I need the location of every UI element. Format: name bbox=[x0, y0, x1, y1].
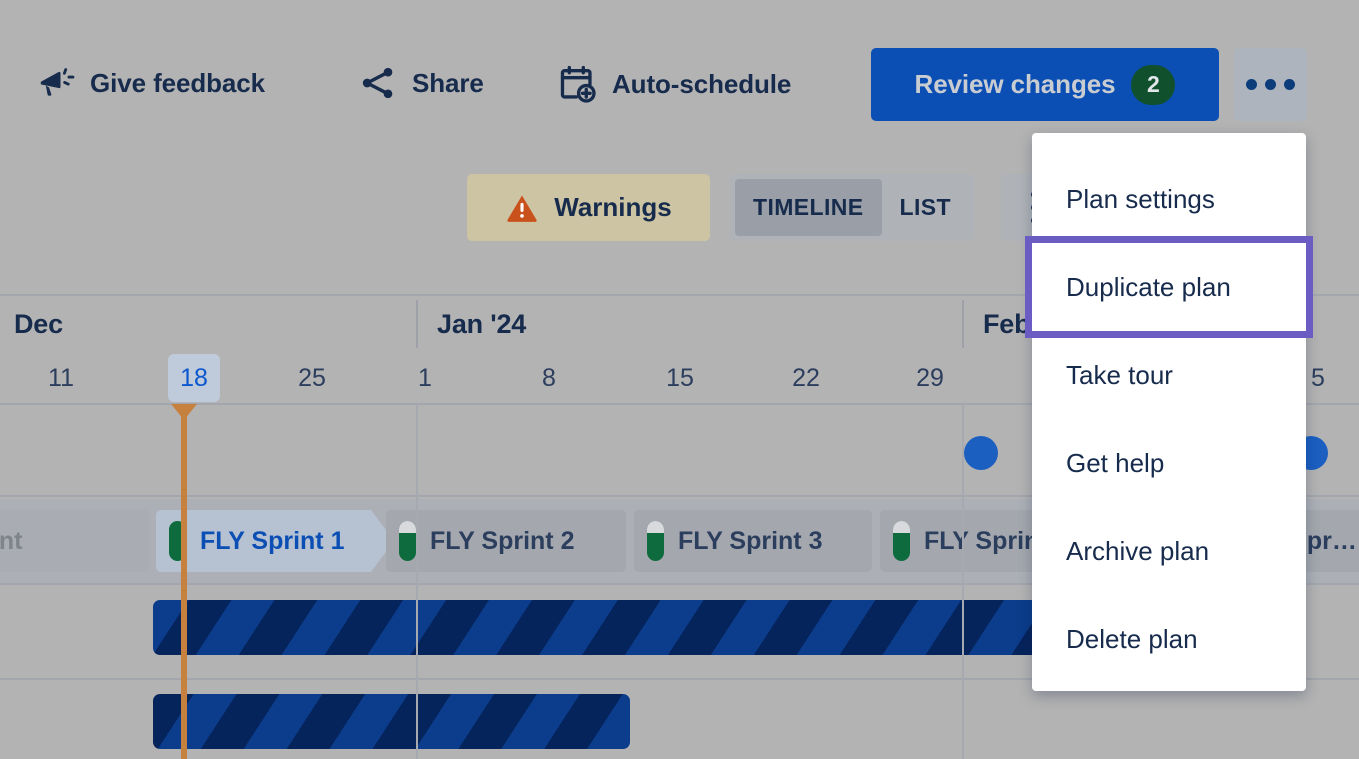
menu-item-label: Take tour bbox=[1066, 360, 1173, 391]
more-horizontal-icon-dot bbox=[1246, 79, 1257, 90]
warnings-button[interactable]: Warnings bbox=[467, 174, 710, 241]
day-tick: 15 bbox=[656, 354, 704, 402]
sprint-chip[interactable]: FLY Sprint 3 bbox=[634, 510, 872, 572]
sprint-progress-pill bbox=[647, 521, 664, 561]
view-mode-timeline-label: TIMELINE bbox=[753, 194, 864, 221]
give-feedback-button[interactable]: Give feedback bbox=[36, 63, 265, 103]
more-horizontal-icon-dot bbox=[1284, 79, 1295, 90]
menu-item-label: Archive plan bbox=[1066, 536, 1209, 567]
view-mode-timeline[interactable]: TIMELINE bbox=[735, 179, 882, 236]
sprint-label: sprint bbox=[0, 527, 22, 556]
gantt-bar[interactable] bbox=[153, 600, 1183, 655]
share-icon bbox=[358, 63, 398, 103]
gantt-bar-row bbox=[0, 680, 1359, 759]
month-label: Dec bbox=[14, 309, 63, 340]
day-tick-today: 18 bbox=[168, 354, 220, 402]
menu-item-get-help[interactable]: Get help bbox=[1032, 419, 1306, 507]
jira-plan-timeline-screen: Give feedback Share bbox=[0, 0, 1359, 759]
calendar-add-icon bbox=[556, 63, 598, 105]
menu-item-label: Delete plan bbox=[1066, 624, 1198, 655]
sprint-chip-past[interactable]: sprint bbox=[0, 510, 150, 572]
auto-schedule-label: Auto-schedule bbox=[612, 69, 791, 100]
month-divider bbox=[416, 300, 418, 348]
gantt-bar[interactable] bbox=[153, 694, 630, 749]
menu-item-delete-plan[interactable]: Delete plan bbox=[1032, 595, 1306, 683]
view-mode-switcher: TIMELINE LIST bbox=[730, 174, 974, 241]
day-tick: 22 bbox=[782, 354, 830, 402]
give-feedback-label: Give feedback bbox=[90, 68, 265, 99]
day-tick: 1 bbox=[411, 354, 439, 402]
plan-actions-menu: Plan settings Duplicate plan Take tour G… bbox=[1032, 133, 1306, 691]
menu-item-label: Duplicate plan bbox=[1066, 272, 1231, 303]
auto-schedule-button[interactable]: Auto-schedule bbox=[556, 63, 791, 105]
megaphone-icon bbox=[36, 63, 76, 103]
day-tick: 25 bbox=[288, 354, 336, 402]
month-label: Jan '24 bbox=[437, 309, 526, 340]
sprint-progress-pill bbox=[169, 521, 186, 561]
sprint-chip[interactable]: FLY Sprint 2 bbox=[386, 510, 626, 572]
top-toolbar: Give feedback Share bbox=[0, 0, 1359, 150]
day-tick: 8 bbox=[531, 354, 567, 402]
sprint-progress-pill bbox=[399, 521, 416, 561]
menu-item-plan-settings[interactable]: Plan settings bbox=[1032, 155, 1306, 243]
menu-item-archive-plan[interactable]: Archive plan bbox=[1032, 507, 1306, 595]
sprint-chip-active[interactable]: FLY Sprint 1 bbox=[156, 510, 371, 572]
menu-item-take-tour[interactable]: Take tour bbox=[1032, 331, 1306, 419]
sprint-label: FLY Sprint 1 bbox=[200, 527, 344, 556]
month-label-cell: Dec bbox=[14, 296, 63, 352]
day-tick: 29 bbox=[906, 354, 954, 402]
sprint-progress-pill bbox=[893, 521, 910, 561]
month-label-cell: Jan '24 bbox=[437, 296, 526, 352]
month-label: Feb bbox=[983, 309, 1030, 340]
sprint-label: FLY Sprint 3 bbox=[678, 527, 822, 556]
warnings-label: Warnings bbox=[554, 192, 671, 223]
menu-item-duplicate-plan[interactable]: Duplicate plan bbox=[1032, 243, 1306, 331]
month-label-cell: Feb bbox=[983, 296, 1030, 352]
month-divider bbox=[962, 300, 964, 348]
view-mode-list-label: LIST bbox=[900, 194, 951, 221]
warning-triangle-icon bbox=[505, 191, 539, 225]
sprint-label: FLY Sprint bbox=[924, 527, 1048, 556]
plan-more-actions-button[interactable] bbox=[1234, 48, 1307, 121]
milestone-marker[interactable] bbox=[964, 436, 998, 470]
menu-item-label: Plan settings bbox=[1066, 184, 1215, 215]
sprint-label: FLY Sprint 2 bbox=[430, 527, 574, 556]
review-changes-count-badge: 2 bbox=[1131, 65, 1175, 105]
menu-item-label: Get help bbox=[1066, 448, 1164, 479]
share-button[interactable]: Share bbox=[358, 63, 484, 103]
review-changes-label: Review changes bbox=[915, 69, 1116, 100]
more-horizontal-icon-dot bbox=[1265, 79, 1276, 90]
day-tick: 11 bbox=[37, 354, 85, 402]
view-mode-list[interactable]: LIST bbox=[882, 179, 969, 236]
share-label: Share bbox=[412, 68, 484, 99]
review-changes-button[interactable]: Review changes 2 bbox=[871, 48, 1219, 121]
